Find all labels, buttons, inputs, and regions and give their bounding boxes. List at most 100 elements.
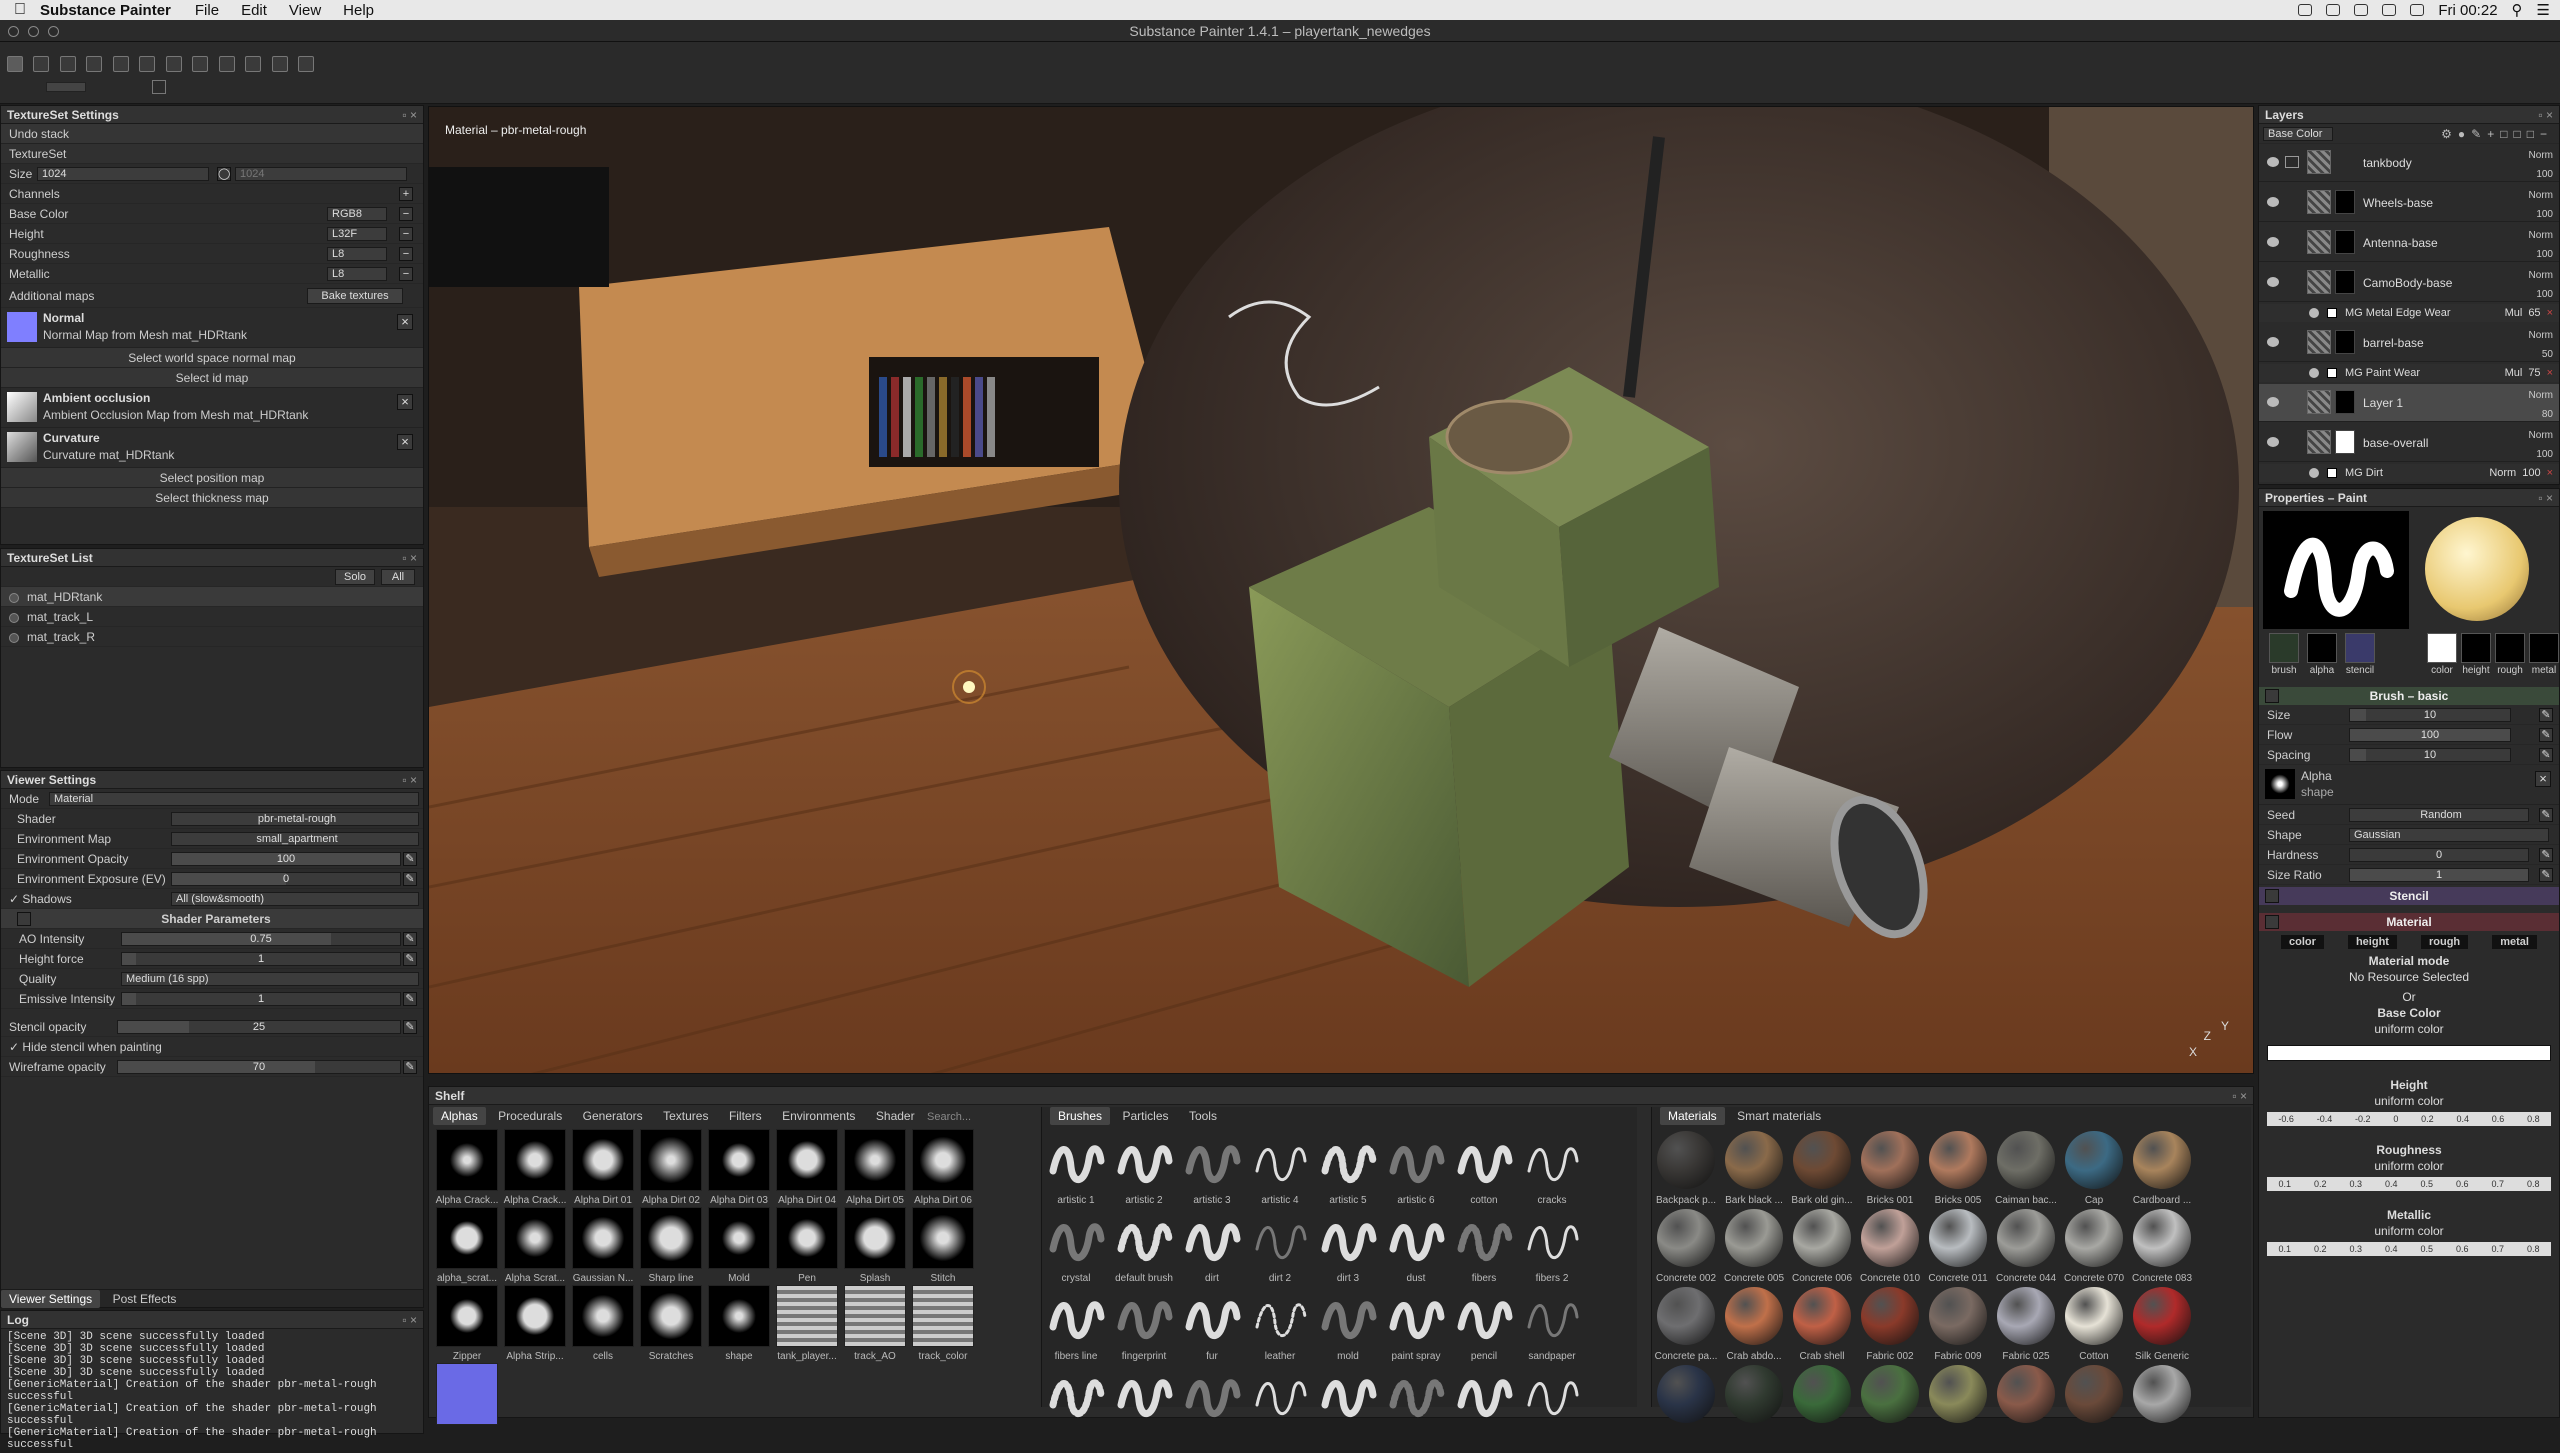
- remove-channel-button[interactable]: −: [399, 227, 413, 241]
- visibility-icon[interactable]: [9, 612, 19, 623]
- brush-item[interactable]: sandpaper: [1518, 1285, 1586, 1363]
- tray-icon[interactable]: [2326, 4, 2341, 16]
- pen-icon[interactable]: ✎: [403, 992, 417, 1006]
- layer-row[interactable]: tankbody Norm 100: [2259, 144, 2559, 182]
- brush-item[interactable]: dirt 3: [1314, 1207, 1382, 1285]
- brush-item[interactable]: [1518, 1363, 1586, 1441]
- material-item[interactable]: [2128, 1363, 2196, 1441]
- stencil-opacity-slider[interactable]: 25: [117, 1020, 401, 1034]
- emissive-slider[interactable]: 1: [121, 992, 401, 1006]
- brush-item[interactable]: fibers: [1450, 1207, 1518, 1285]
- menu-file[interactable]: File: [195, 2, 219, 19]
- alpha-item[interactable]: Alpha Strip...: [501, 1285, 569, 1363]
- 3d-viewport[interactable]: Material – pbr-metal-rough Y Z X: [428, 106, 2254, 1074]
- size-select[interactable]: 1024: [37, 167, 209, 181]
- curvature-map-item[interactable]: Curvature Curvature mat_HDRtank ×: [1, 428, 423, 468]
- chip-color[interactable]: color: [2281, 935, 2324, 949]
- pen-icon[interactable]: ✎: [2539, 748, 2553, 762]
- material-item[interactable]: Concrete 006: [1788, 1207, 1856, 1285]
- height-force-slider[interactable]: 1: [121, 952, 401, 966]
- alpha-search-input[interactable]: Search...: [927, 1111, 971, 1123]
- pen-icon[interactable]: ✎: [403, 872, 417, 886]
- tab-shaders[interactable]: Shader: [868, 1107, 923, 1125]
- material-item[interactable]: Backpack p...: [1652, 1129, 1720, 1207]
- wireframe-opacity-slider[interactable]: 70: [117, 1060, 401, 1074]
- select-world-normal-button[interactable]: Select world space normal map: [1, 348, 423, 368]
- alpha-item[interactable]: Alpha Dirt 04: [773, 1129, 841, 1207]
- menu-view[interactable]: View: [289, 2, 321, 19]
- channel-format-select[interactable]: L8: [327, 267, 387, 281]
- material-item[interactable]: Crab abdo...: [1720, 1285, 1788, 1363]
- export-icon[interactable]: [297, 56, 314, 72]
- brush-item[interactable]: artistic 5: [1314, 1129, 1382, 1207]
- chip-metal[interactable]: metal: [2527, 633, 2560, 676]
- chip-height[interactable]: height: [2459, 633, 2493, 676]
- layer-row[interactable]: barrel-base Norm 50: [2259, 324, 2559, 362]
- layer-blend[interactable]: Norm 100: [2529, 186, 2553, 224]
- channel-format-select[interactable]: L8: [327, 247, 387, 261]
- layer-blend[interactable]: Norm 80: [2529, 386, 2553, 424]
- base-color-swatch[interactable]: [2267, 1045, 2551, 1061]
- brush-item[interactable]: fingerprint: [1110, 1285, 1178, 1363]
- pen-icon[interactable]: ✎: [2539, 868, 2553, 882]
- view-mode-icon[interactable]: [245, 56, 262, 72]
- material-item[interactable]: Bark black ...: [1720, 1129, 1788, 1207]
- visibility-icon[interactable]: [9, 632, 19, 643]
- effect-row[interactable]: MG Paint Wear Mul 75 ×: [2259, 364, 2559, 382]
- select-thickness-button[interactable]: Select thickness map: [1, 488, 423, 508]
- tab-procedurals[interactable]: Procedurals: [490, 1107, 570, 1125]
- brush-item[interactable]: pencil: [1450, 1285, 1518, 1363]
- volume-icon[interactable]: [2410, 4, 2425, 16]
- material-item[interactable]: Caiman bac...: [1992, 1129, 2060, 1207]
- alpha-item[interactable]: Alpha Dirt 03: [705, 1129, 773, 1207]
- channel-format-select[interactable]: L32F: [327, 227, 387, 241]
- material-item[interactable]: Crab shell: [1788, 1285, 1856, 1363]
- alpha-item[interactable]: Alpha Dirt 06: [909, 1129, 977, 1207]
- tray-icon[interactable]: [2298, 4, 2313, 16]
- panel-close-icon[interactable]: ▫ ×: [2538, 489, 2553, 507]
- zoom-window-icon[interactable]: [48, 26, 59, 37]
- material-item[interactable]: Bark old gin...: [1788, 1129, 1856, 1207]
- render-icon[interactable]: [271, 56, 288, 72]
- alpha-item[interactable]: cells: [569, 1285, 637, 1363]
- alpha-item[interactable]: Alpha Dirt 02: [637, 1129, 705, 1207]
- pen-icon[interactable]: ✎: [403, 1020, 417, 1034]
- alpha-item[interactable]: Alpha Dirt 01: [569, 1129, 637, 1207]
- brush-item[interactable]: artistic 6: [1382, 1129, 1450, 1207]
- material-item[interactable]: Concrete 011: [1924, 1207, 1992, 1285]
- remove-alpha-icon[interactable]: ×: [2535, 771, 2551, 787]
- chip-rough[interactable]: rough: [2420, 935, 2469, 949]
- bluetooth-icon[interactable]: [2354, 4, 2369, 16]
- height-ruler[interactable]: -0.6 -0.4 -0.2 0 0.2 0.4 0.6 0.8: [2267, 1112, 2551, 1126]
- alpha-item[interactable]: Sharp line: [637, 1207, 705, 1285]
- effect-visibility-icon[interactable]: [2309, 308, 2319, 319]
- alpha-item[interactable]: shape: [705, 1285, 773, 1363]
- solo-button[interactable]: Solo: [335, 569, 375, 585]
- wifi-icon[interactable]: [2382, 4, 2397, 16]
- layer-row[interactable]: Wheels-base Norm 100: [2259, 184, 2559, 222]
- seed-field[interactable]: Random: [2349, 808, 2529, 822]
- tab-smart-materials[interactable]: Smart materials: [1729, 1107, 1829, 1125]
- effect-row[interactable]: MG Dirt Norm 100 ×: [2259, 464, 2559, 482]
- panel-close-icon[interactable]: ▫ ×: [2538, 106, 2553, 124]
- ao-intensity-slider[interactable]: 0.75: [121, 932, 401, 946]
- tab-generators[interactable]: Generators: [575, 1107, 651, 1125]
- brush-size-slider[interactable]: 10: [2349, 708, 2511, 722]
- panel-close-icon[interactable]: ▫ ×: [402, 549, 417, 567]
- brush-item[interactable]: fibers line: [1042, 1285, 1110, 1363]
- tab-alphas[interactable]: Alphas: [433, 1107, 486, 1125]
- alpha-item[interactable]: Stitch: [909, 1207, 977, 1285]
- stencil-section-header[interactable]: Stencil: [2259, 887, 2559, 905]
- layer-blend[interactable]: Norm 100: [2529, 226, 2553, 264]
- pen-icon[interactable]: [152, 80, 166, 94]
- brush-item[interactable]: [1382, 1363, 1450, 1441]
- material-item[interactable]: [2060, 1363, 2128, 1441]
- normal-map-item[interactable]: Normal Normal Map from Mesh mat_HDRtank …: [1, 308, 423, 348]
- material-item[interactable]: [1992, 1363, 2060, 1441]
- tab-filters[interactable]: Filters: [721, 1107, 770, 1125]
- alpha-item[interactable]: Alpha Scrat...: [501, 1207, 569, 1285]
- quality-select[interactable]: Medium (16 spp): [121, 972, 419, 986]
- checkbox[interactable]: ✓: [9, 892, 22, 906]
- panel-close-icon[interactable]: ▫ ×: [402, 1311, 417, 1329]
- brush-spacing-slider[interactable]: 10: [2349, 748, 2511, 762]
